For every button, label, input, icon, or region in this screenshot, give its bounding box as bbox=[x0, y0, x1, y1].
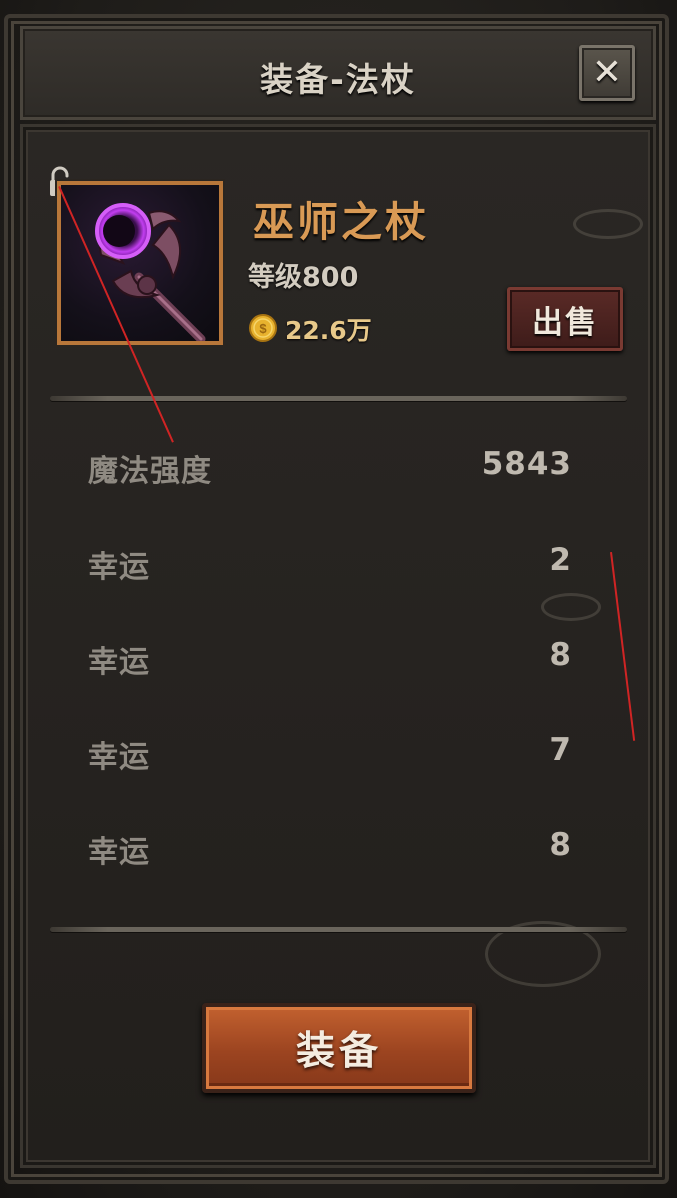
item-level: 等级800 bbox=[248, 262, 359, 293]
sell-button[interactable]: 出售 bbox=[507, 287, 623, 351]
divider-top bbox=[50, 396, 627, 401]
close-button[interactable]: ✕ bbox=[579, 45, 635, 101]
stat-value: 7 bbox=[549, 732, 572, 768]
decorative-swirl bbox=[541, 593, 601, 621]
item-name: 巫师之杖 bbox=[253, 198, 429, 246]
stat-row: 幸运 8 bbox=[88, 827, 572, 870]
stat-name: 幸运 bbox=[88, 645, 150, 680]
stat-value: 8 bbox=[549, 637, 572, 673]
stat-row: 幸运 7 bbox=[88, 732, 572, 775]
equip-button[interactable]: 装备 bbox=[202, 1003, 476, 1093]
decorative-swirl bbox=[573, 209, 643, 239]
dialog-title: 装备-法杖 bbox=[260, 60, 416, 99]
stat-row: 幸运 2 bbox=[88, 542, 572, 585]
stat-row: 幸运 8 bbox=[88, 637, 572, 680]
stat-name: 幸运 bbox=[88, 550, 150, 585]
close-icon: ✕ bbox=[591, 52, 623, 93]
equip-button-label: 装备 bbox=[295, 1029, 382, 1074]
stat-name: 幸运 bbox=[88, 835, 150, 870]
item-price: 22.6万 bbox=[285, 316, 372, 345]
stat-value: 8 bbox=[549, 827, 572, 863]
dialog-header: 装备-法杖 ✕ bbox=[20, 26, 656, 120]
divider-bottom bbox=[50, 927, 627, 932]
stat-name: 幸运 bbox=[88, 740, 150, 775]
stat-name: 魔法强度 bbox=[88, 454, 212, 489]
stat-value: 2 bbox=[549, 542, 572, 578]
wizard-staff-image bbox=[95, 203, 206, 341]
stat-value: 5843 bbox=[481, 446, 572, 482]
gold-coin-icon: $ bbox=[249, 314, 277, 342]
item-icon-frame bbox=[57, 181, 223, 345]
svg-text:$: $ bbox=[259, 321, 267, 336]
equipment-dialog-screen: 装备-法杖 ✕ 巫师之杖 等级800 $ 22.6万 出售 魔法强度 5843 … bbox=[0, 0, 677, 1198]
stat-row: 魔法强度 5843 bbox=[88, 446, 572, 489]
sell-button-label: 出售 bbox=[532, 304, 598, 341]
